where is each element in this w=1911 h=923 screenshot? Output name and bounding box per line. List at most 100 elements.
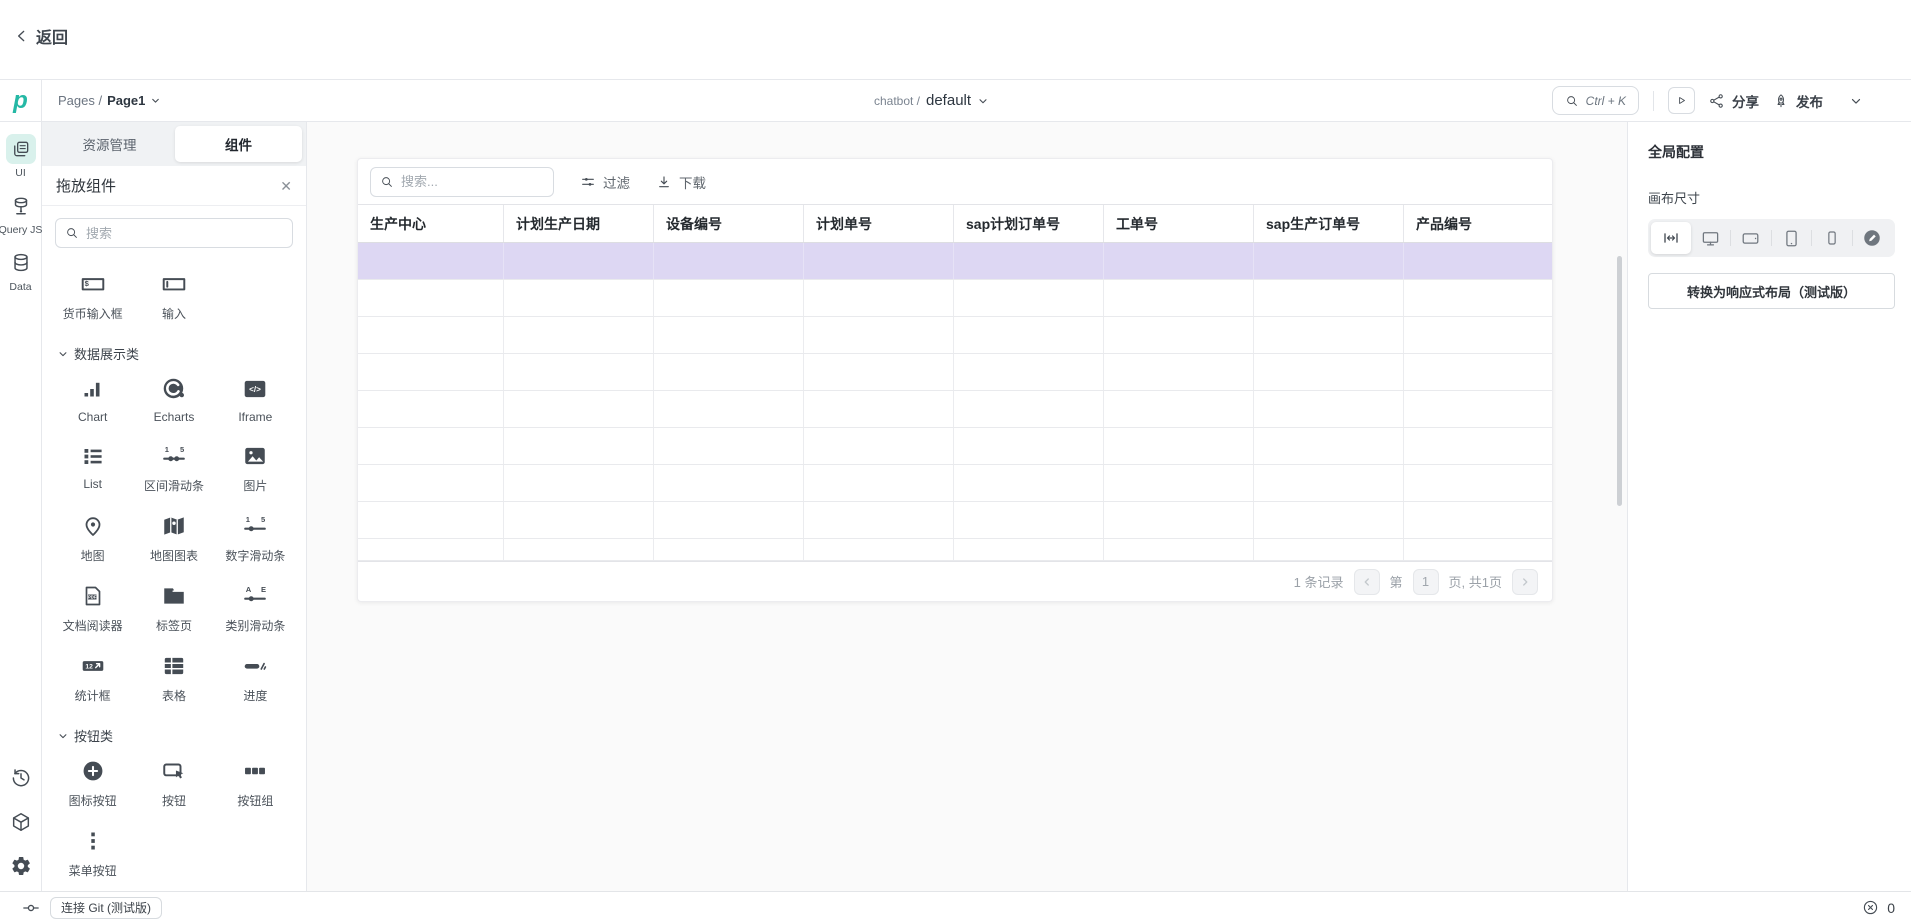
table-cell[interactable] bbox=[654, 391, 804, 427]
table-cell[interactable] bbox=[358, 539, 504, 560]
preview-play-button[interactable] bbox=[1668, 87, 1695, 114]
table-cell[interactable] bbox=[1404, 317, 1552, 353]
back-button[interactable]: 返回 bbox=[14, 24, 68, 48]
table-cell[interactable] bbox=[1254, 465, 1404, 501]
table-cell[interactable] bbox=[1104, 280, 1254, 316]
table-cell[interactable] bbox=[804, 317, 954, 353]
device-option-desktop[interactable] bbox=[1691, 222, 1731, 254]
close-icon[interactable]: ✕ bbox=[280, 179, 292, 193]
page-breadcrumb[interactable]: Pages / Page1 bbox=[42, 80, 161, 121]
table-cell[interactable] bbox=[358, 465, 504, 501]
table-cell[interactable] bbox=[1104, 539, 1254, 560]
table-cell[interactable] bbox=[954, 428, 1104, 464]
table-cell[interactable] bbox=[954, 391, 1104, 427]
publish-button[interactable]: 发布 bbox=[1773, 91, 1823, 111]
table-cell[interactable] bbox=[804, 280, 954, 316]
column-header[interactable]: 计划生产日期 bbox=[504, 205, 654, 242]
share-button[interactable]: 分享 bbox=[1709, 91, 1759, 111]
widget-search-input[interactable] bbox=[86, 226, 283, 241]
table-cell[interactable] bbox=[1254, 391, 1404, 427]
table-cell[interactable] bbox=[804, 428, 954, 464]
table-cell[interactable] bbox=[1104, 243, 1254, 279]
table-cell[interactable] bbox=[504, 354, 654, 390]
cube-icon[interactable] bbox=[10, 811, 32, 833]
table-cell[interactable] bbox=[1104, 391, 1254, 427]
table-cell[interactable] bbox=[358, 280, 504, 316]
connect-git-button[interactable]: 连接 Git (测试版) bbox=[50, 897, 162, 919]
table-cell[interactable] bbox=[954, 243, 1104, 279]
section-buttons[interactable]: 按钮类 bbox=[58, 726, 306, 745]
table-cell[interactable] bbox=[1254, 502, 1404, 538]
table-cell[interactable] bbox=[504, 465, 654, 501]
widget-item[interactable]: 地图 bbox=[52, 502, 133, 572]
table-cell[interactable] bbox=[1404, 354, 1552, 390]
table-row[interactable] bbox=[358, 428, 1552, 465]
table-row[interactable] bbox=[358, 317, 1552, 354]
table-cell[interactable] bbox=[804, 391, 954, 427]
table-cell[interactable] bbox=[804, 539, 954, 560]
widget-item[interactable]: 输入 bbox=[133, 260, 214, 330]
column-header[interactable]: sap计划订单号 bbox=[954, 205, 1104, 242]
canvas-scrollbar[interactable] bbox=[1617, 256, 1622, 506]
device-option-tablet-landscape[interactable] bbox=[1731, 222, 1771, 254]
widget-item[interactable]: 进度 bbox=[215, 642, 296, 712]
table-cell[interactable] bbox=[1404, 391, 1552, 427]
widget-item[interactable]: 按钮 bbox=[133, 747, 214, 817]
widget-item[interactable]: 标签页 bbox=[133, 572, 214, 642]
table-cell[interactable] bbox=[654, 317, 804, 353]
column-header[interactable]: 工单号 bbox=[1104, 205, 1254, 242]
table-cell[interactable] bbox=[654, 465, 804, 501]
rail-item-ui[interactable]: UI bbox=[6, 134, 36, 179]
table-cell[interactable] bbox=[1104, 465, 1254, 501]
table-cell[interactable] bbox=[1404, 539, 1552, 560]
widget-item[interactable]: 15 数字滑动条 bbox=[215, 502, 296, 572]
rail-item-query-js[interactable]: Query JS bbox=[0, 191, 42, 236]
error-counter[interactable]: 0 bbox=[1862, 899, 1895, 916]
filter-button[interactable]: 过滤 bbox=[580, 172, 630, 192]
table-cell[interactable] bbox=[804, 502, 954, 538]
widget-item[interactable]: 地图图表 bbox=[133, 502, 214, 572]
table-cell[interactable] bbox=[504, 280, 654, 316]
table-cell[interactable] bbox=[654, 539, 804, 560]
table-row[interactable] bbox=[358, 502, 1552, 539]
device-option-custom[interactable] bbox=[1853, 222, 1893, 254]
page-number-input[interactable] bbox=[1413, 569, 1439, 595]
history-icon[interactable] bbox=[10, 767, 32, 789]
table-cell[interactable] bbox=[358, 243, 504, 279]
column-header[interactable]: 设备编号 bbox=[654, 205, 804, 242]
canvas[interactable]: 过滤 下载 生产中心计划生产日期设备编号计划单号sap计划订单号工单号sap生产… bbox=[307, 122, 1627, 891]
column-header[interactable]: sap生产订单号 bbox=[1254, 205, 1404, 242]
device-option-tablet-portrait[interactable] bbox=[1772, 222, 1812, 254]
table-cell[interactable] bbox=[358, 354, 504, 390]
omnibar-search-button[interactable]: Ctrl + K bbox=[1552, 86, 1639, 115]
column-header[interactable]: 计划单号 bbox=[804, 205, 954, 242]
convert-responsive-button[interactable]: 转换为响应式布局（测试版） bbox=[1648, 273, 1895, 309]
app-env-selector[interactable]: chatbot / default bbox=[874, 80, 989, 121]
widget-item[interactable]: 15 区间滑动条 bbox=[133, 432, 214, 502]
table-search-input[interactable] bbox=[401, 174, 544, 189]
gear-icon[interactable] bbox=[10, 855, 32, 877]
tab-widgets[interactable]: 组件 bbox=[175, 126, 302, 162]
table-cell[interactable] bbox=[1254, 280, 1404, 316]
section-data-display[interactable]: 数据展示类 bbox=[58, 344, 306, 363]
prev-page-button[interactable] bbox=[1354, 569, 1380, 595]
table-cell[interactable] bbox=[804, 354, 954, 390]
table-cell[interactable] bbox=[954, 280, 1104, 316]
table-cell[interactable] bbox=[504, 391, 654, 427]
table-cell[interactable] bbox=[954, 317, 1104, 353]
table-cell[interactable] bbox=[654, 502, 804, 538]
app-logo[interactable]: p bbox=[0, 80, 42, 121]
table-cell[interactable] bbox=[654, 354, 804, 390]
table-row[interactable] bbox=[358, 243, 1552, 280]
table-cell[interactable] bbox=[1254, 539, 1404, 560]
table-cell[interactable] bbox=[504, 539, 654, 560]
table-cell[interactable] bbox=[358, 391, 504, 427]
table-cell[interactable] bbox=[504, 428, 654, 464]
tab-resources[interactable]: 资源管理 bbox=[46, 126, 173, 162]
table-cell[interactable] bbox=[1254, 317, 1404, 353]
table-cell[interactable] bbox=[1404, 465, 1552, 501]
table-row[interactable] bbox=[358, 465, 1552, 502]
download-button[interactable]: 下载 bbox=[656, 172, 706, 192]
widget-item[interactable]: Echarts bbox=[133, 365, 214, 432]
widget-item[interactable]: 图标按钮 bbox=[52, 747, 133, 817]
